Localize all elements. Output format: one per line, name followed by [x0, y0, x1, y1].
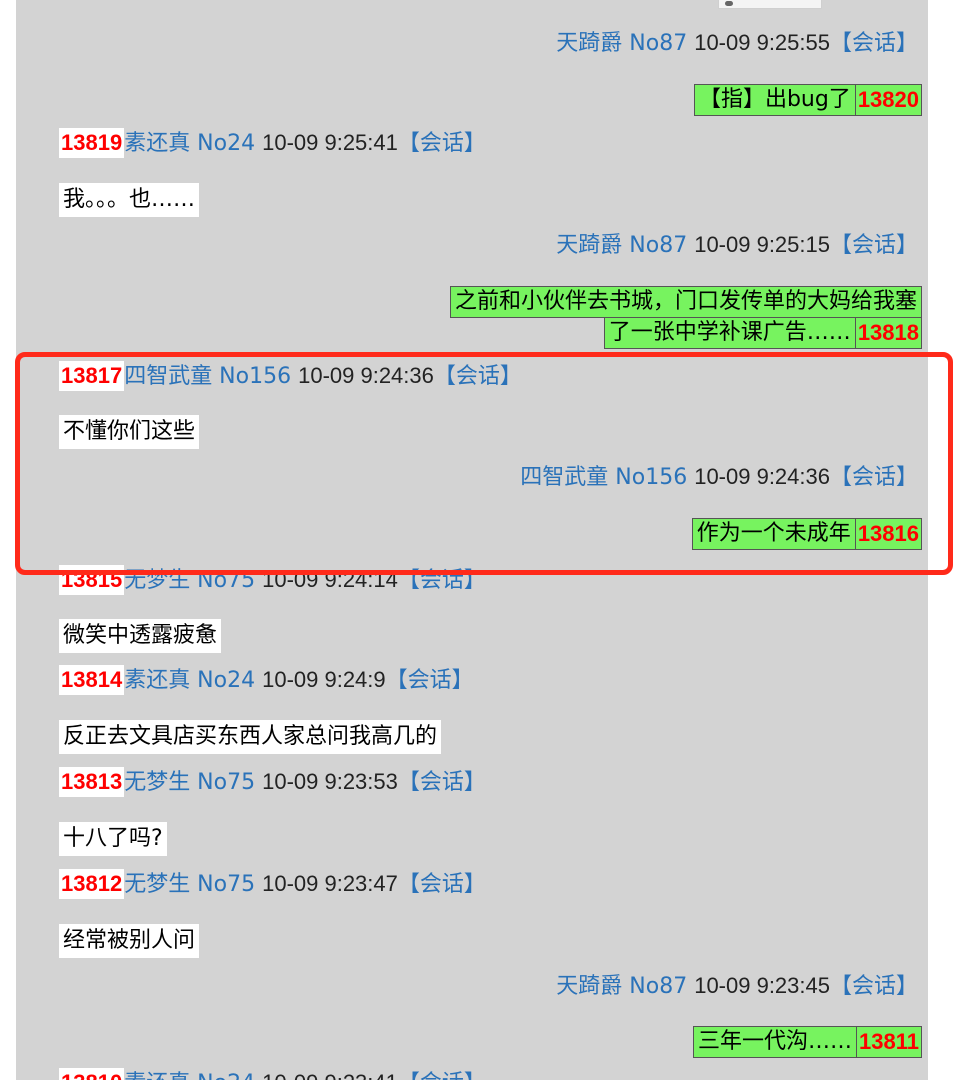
message-id[interactable]: 13818	[855, 318, 922, 349]
timestamp: 10-09 9:23:47	[262, 871, 398, 896]
message-text: 之前和小伙伴去书城，门口发传单的大妈给我塞	[449, 286, 922, 318]
session-link[interactable]: 【会话】	[830, 31, 918, 56]
message-header: 天踦爵 No87 10-09 9:23:45【会话】	[556, 971, 918, 1002]
timestamp: 10-09 9:23:45	[694, 973, 830, 998]
user-name[interactable]: 素还真 No24	[124, 131, 255, 156]
message-bubble-own: 之前和小伙伴去书城，门口发传单的大妈给我塞 了一张中学补课广告…… 13818	[449, 286, 922, 349]
chat-panel: 天踦爵 No87 10-09 9:25:55【会话】 【指】出bug了 13820…	[16, 0, 928, 1080]
user-name[interactable]: 无梦生 No75	[124, 770, 255, 795]
thumbnail-dot-icon	[725, 1, 733, 6]
message-text: 【指】出bug了	[693, 84, 856, 116]
session-link[interactable]: 【会话】	[398, 131, 486, 156]
message-id[interactable]: 13814	[59, 665, 125, 695]
message-id[interactable]: 13812	[59, 869, 125, 899]
session-link[interactable]: 【会话】	[830, 233, 918, 258]
timestamp: 10-09 9:25:55	[694, 30, 830, 55]
message-text: 十八了吗?	[59, 822, 167, 856]
message-text: 反正去文具店买东西人家总问我高几的	[59, 720, 442, 754]
session-link[interactable]: 【会话】	[434, 364, 522, 389]
user-name[interactable]: 天踦爵 No87	[556, 233, 687, 258]
message-header: 13815无梦生 No75 10-09 9:24:14【会话】	[59, 565, 486, 596]
message-id[interactable]: 13816	[855, 518, 922, 550]
session-link[interactable]: 【会话】	[398, 872, 486, 897]
timestamp: 10-09 9:23:53	[262, 769, 398, 794]
message-header: 天踦爵 No87 10-09 9:25:55【会话】	[556, 28, 918, 59]
session-link[interactable]: 【会话】	[830, 974, 918, 999]
message-id[interactable]: 13811	[857, 1026, 922, 1058]
session-link[interactable]: 【会话】	[398, 568, 486, 593]
message-header: 13817四智武童 No156 10-09 9:24:36【会话】	[59, 361, 522, 392]
message-text: 微笑中透露疲惫	[59, 619, 222, 653]
user-name[interactable]: 四智武童 No156	[520, 465, 687, 490]
message-header: 13810素还真 No24 10-09 9:23:41【会话】	[59, 1068, 486, 1080]
message-header: 13814素还真 No24 10-09 9:24:9【会话】	[59, 665, 474, 696]
user-name[interactable]: 素还真 No24	[124, 1071, 255, 1080]
message-text: 我。。。也……	[59, 183, 200, 217]
timestamp: 10-09 9:24:9	[262, 667, 386, 692]
message-header: 四智武童 No156 10-09 9:24:36【会话】	[520, 462, 918, 493]
message-header: 13819素还真 No24 10-09 9:25:41【会话】	[59, 128, 486, 159]
timestamp: 10-09 9:24:14	[262, 567, 398, 592]
session-link[interactable]: 【会话】	[830, 465, 918, 490]
message-text: 经常被别人问	[59, 924, 200, 958]
session-link[interactable]: 【会话】	[386, 668, 474, 693]
message-text: 作为一个未成年	[691, 518, 856, 550]
user-name[interactable]: 素还真 No24	[124, 668, 255, 693]
message-bubble-own: 三年一代沟…… 13811	[693, 1026, 922, 1058]
message-header: 13812无梦生 No75 10-09 9:23:47【会话】	[59, 869, 486, 900]
message-id[interactable]: 13810	[59, 1068, 125, 1080]
timestamp: 10-09 9:23:41	[262, 1070, 398, 1080]
user-name[interactable]: 四智武童 No156	[124, 364, 291, 389]
message-id[interactable]: 13813	[59, 767, 125, 797]
user-name[interactable]: 天踦爵 No87	[556, 974, 687, 999]
message-bubble-own: 【指】出bug了 13820	[693, 84, 922, 116]
image-thumbnail[interactable]	[718, 0, 822, 9]
timestamp: 10-09 9:24:36	[298, 363, 434, 388]
message-id[interactable]: 13820	[855, 84, 922, 116]
message-header: 13813无梦生 No75 10-09 9:23:53【会话】	[59, 767, 486, 798]
timestamp: 10-09 9:25:41	[262, 130, 398, 155]
timestamp: 10-09 9:25:15	[694, 232, 830, 257]
message-id[interactable]: 13819	[59, 128, 125, 158]
session-link[interactable]: 【会话】	[398, 770, 486, 795]
session-link[interactable]: 【会话】	[398, 1071, 486, 1080]
message-text: 了一张中学补课广告……	[603, 318, 856, 349]
message-header: 天踦爵 No87 10-09 9:25:15【会话】	[556, 230, 918, 261]
timestamp: 10-09 9:24:36	[694, 464, 830, 489]
message-bubble-own: 作为一个未成年 13816	[691, 518, 922, 550]
message-id[interactable]: 13815	[59, 565, 125, 595]
user-name[interactable]: 无梦生 No75	[124, 872, 255, 897]
message-id[interactable]: 13817	[59, 361, 125, 391]
message-text: 三年一代沟……	[693, 1026, 858, 1058]
user-name[interactable]: 天踦爵 No87	[556, 31, 687, 56]
message-text: 不懂你们这些	[59, 415, 200, 449]
user-name[interactable]: 无梦生 No75	[124, 568, 255, 593]
